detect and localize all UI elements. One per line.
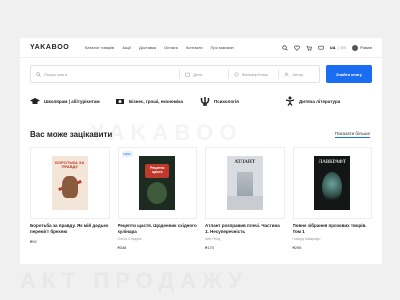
book-author: Ольга Стадник	[117, 237, 142, 241]
main-nav: Каталог товарів Акції Доставка Оплата Ко…	[85, 45, 234, 50]
genre-placeholder: Вік/жанр/тема	[241, 71, 268, 77]
book-card[interactable]: ЛАВКРАФТ Повне зібрання прозових творів.…	[292, 147, 373, 250]
book-cover: АТЛАНТ	[226, 156, 263, 210]
book-price: ₴295	[292, 245, 302, 250]
main-panel: YAKABOO Каталог товарів Акції Доставка О…	[20, 38, 382, 264]
category-children[interactable]: Дитяча література	[285, 92, 370, 110]
nav-contacts[interactable]: Контакти	[186, 45, 203, 50]
show-more-link[interactable]: Показати більше	[334, 131, 370, 138]
book-title[interactable]: Повне зібрання прозових творів. Том 1	[293, 223, 373, 235]
language-switcher[interactable]: UA | EN	[330, 45, 346, 50]
tag-icon	[234, 72, 239, 76]
graduation-cap-icon	[30, 96, 40, 106]
book-price: ₴92	[30, 239, 37, 244]
book-title[interactable]: Боротьба за правду. Як мій дедько перемі…	[30, 223, 110, 235]
psi-icon	[200, 96, 210, 106]
children-icon	[285, 96, 295, 106]
category-psychology[interactable]: Психологія	[200, 92, 285, 110]
nav-about[interactable]: Про магазин	[211, 45, 234, 50]
book-cover: БОРОТЬБА ЗА ПРАВДУ	[51, 156, 88, 210]
watermark-bottom: АКТ ПРОДАЖУ	[20, 268, 249, 293]
header: YAKABOO Каталог товарів Акції Доставка О…	[20, 38, 382, 58]
book-cover: ЛАВКРАФТ	[314, 156, 351, 210]
nav-delivery[interactable]: Доставка	[139, 45, 156, 50]
nav-catalog[interactable]: Каталог товарів	[85, 45, 114, 50]
category-business[interactable]: Бізнес, гроші, економіка	[115, 92, 200, 110]
calendar-icon	[185, 72, 190, 77]
watermark: YAKABOO	[90, 120, 243, 145]
cover-title: ЛАВКРАФТ	[318, 160, 346, 165]
category-label: Дитяча література	[299, 98, 341, 104]
cart-icon[interactable]	[306, 45, 312, 51]
search-icon	[36, 71, 41, 77]
book-cover: Рецепти щастя	[139, 156, 176, 210]
user-icon	[284, 72, 289, 77]
lang-ua[interactable]: UA	[330, 45, 336, 50]
new-badge: NEW	[121, 151, 133, 157]
cover-title: БОРОТЬБА ЗА ПРАВДУ	[55, 160, 85, 170]
category-label: Бізнес, гроші, економіка	[129, 98, 183, 104]
search-box: Пошук книги Дата Вік/жанр/тема Автор	[30, 65, 320, 83]
book-cover-frame[interactable]: БОРОТЬБА ЗА ПРАВДУ	[30, 147, 110, 219]
book-author: Айн Ренд	[205, 237, 221, 241]
section-title: Вас може зацікавити	[30, 130, 113, 139]
date-placeholder: Дата	[193, 71, 203, 77]
user-menu[interactable]: Роман	[352, 44, 372, 51]
category-students[interactable]: Школярам | абітурієнтам	[30, 92, 115, 110]
book-price: ₴348	[117, 245, 127, 250]
title-field[interactable]: Пошук книги	[31, 66, 179, 82]
search-icon[interactable]	[282, 44, 288, 51]
book-cover-frame[interactable]: NEW Рецепти щастя	[117, 147, 197, 219]
avatar	[352, 44, 359, 51]
heart-icon[interactable]	[293, 45, 300, 51]
date-field[interactable]: Дата	[180, 66, 228, 82]
category-label: Школярам | абітурієнтам	[44, 98, 100, 104]
title-placeholder: Пошук книги	[44, 71, 68, 77]
cover-title: Рецепти щастя	[150, 166, 165, 174]
book-card[interactable]: NEW Рецепти щастя Рецепти щастя. Щоденни…	[117, 147, 198, 250]
author-field[interactable]: Автор	[279, 66, 319, 82]
book-price: ₴170	[205, 245, 214, 250]
book-author: Говард Лавкрафт	[292, 237, 321, 241]
book-cover-frame[interactable]: АТЛАНТ	[205, 147, 285, 219]
genre-field[interactable]: Вік/жанр/тема	[229, 66, 279, 82]
categories: Школярам | абітурієнтам Бізнес, гроші, е…	[30, 92, 372, 110]
book-card[interactable]: БОРОТЬБА ЗА ПРАВДУ Боротьба за правду. Я…	[30, 147, 110, 250]
book-title[interactable]: Рецепти щастя. Щоденник східного кулінар…	[118, 223, 198, 235]
money-icon	[115, 96, 125, 106]
search-row: Пошук книги Дата Вік/жанр/тема Автор Зна…	[30, 65, 372, 83]
user-name: Роман	[360, 45, 372, 50]
category-label: Психологія	[214, 98, 239, 104]
logo[interactable]: YAKABOO	[30, 44, 85, 51]
book-cover-frame[interactable]: ЛАВКРАФТ	[292, 147, 372, 219]
author-placeholder: Автор	[292, 71, 304, 77]
lang-en[interactable]: EN	[341, 45, 347, 50]
nav-promotions[interactable]: Акції	[122, 45, 131, 50]
cover-title: АТЛАНТ	[234, 160, 256, 165]
book-list: БОРОТЬБА ЗА ПРАВДУ Боротьба за правду. Я…	[30, 147, 372, 250]
book-card[interactable]: АТЛАНТ Атлант розправив плечі. Частина 1…	[205, 147, 285, 250]
chat-icon[interactable]	[318, 45, 324, 51]
find-book-button[interactable]: Знайти книгу	[326, 65, 372, 83]
header-actions: UA | EN Роман	[282, 44, 372, 51]
nav-payment[interactable]: Оплата	[164, 45, 178, 50]
book-title[interactable]: Атлант розправив плечі. Частина 1. Несуп…	[205, 223, 285, 235]
